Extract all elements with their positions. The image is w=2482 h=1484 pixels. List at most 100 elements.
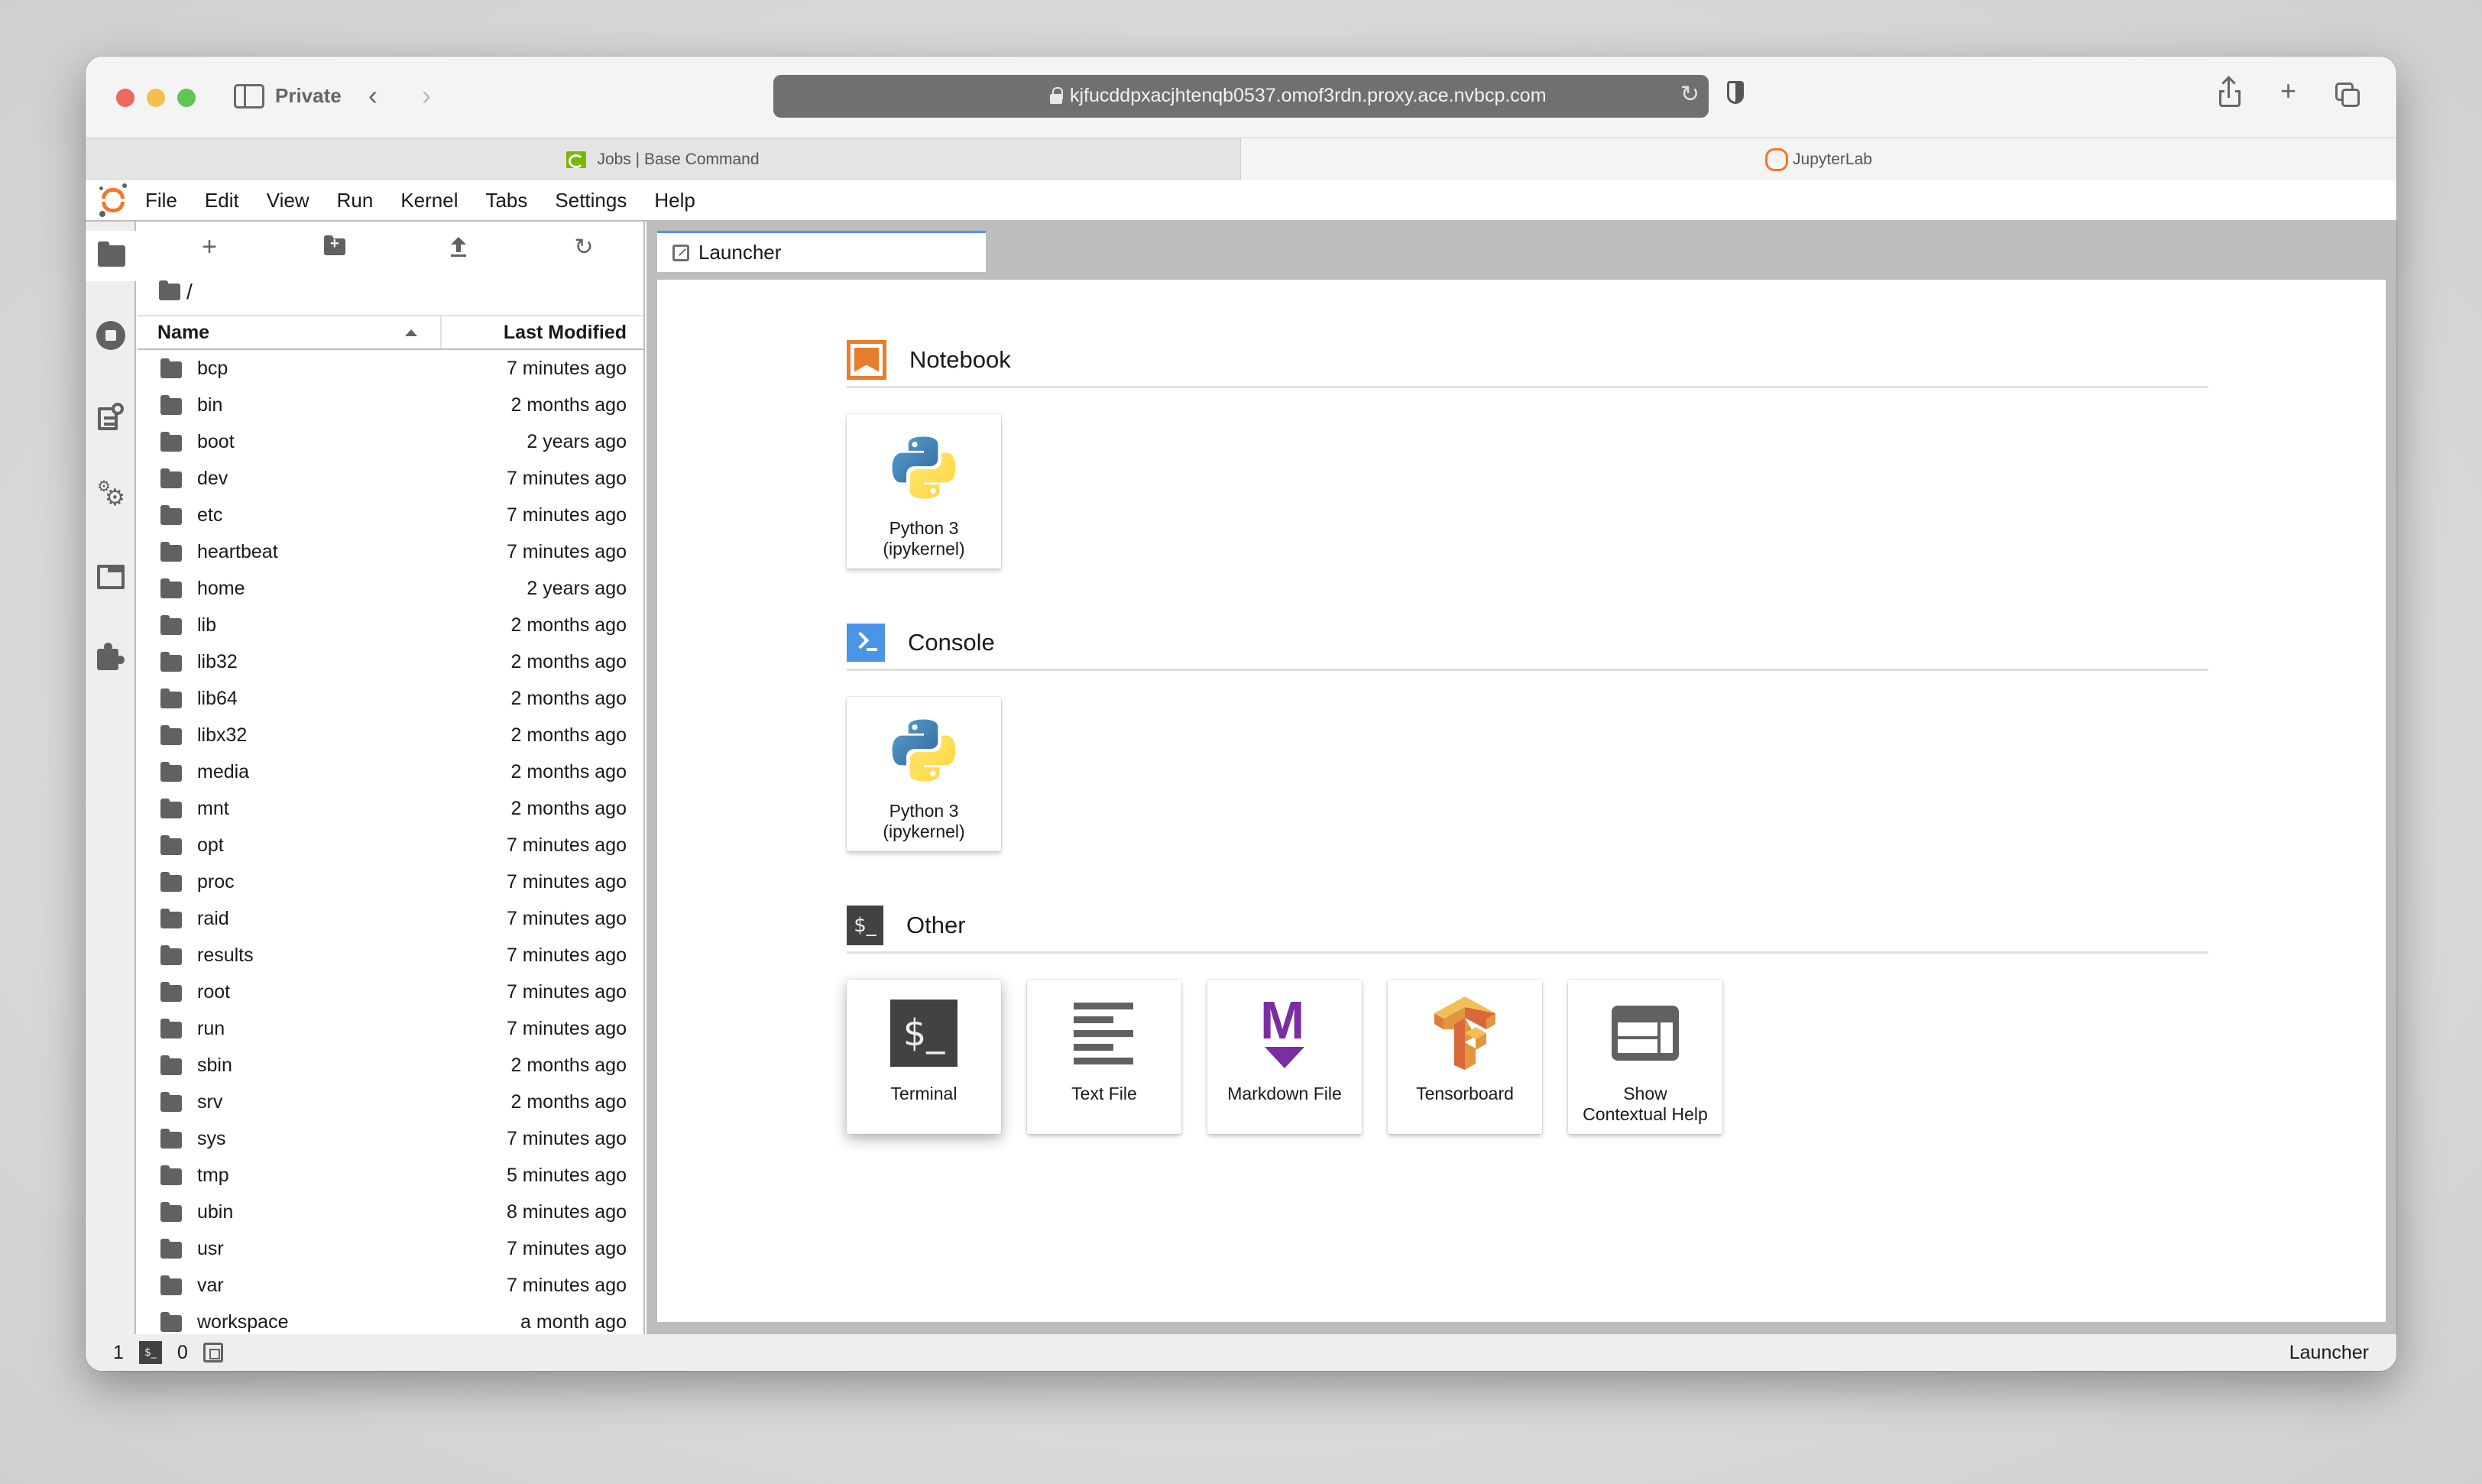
file-list-item[interactable]: boot 2 years ago [138, 423, 643, 460]
file-list-item[interactable]: libx32 2 months ago [138, 717, 643, 753]
breadcrumb-path[interactable]: / [186, 280, 193, 304]
kernel-chip-icon[interactable] [203, 1343, 223, 1362]
file-modified: 7 minutes ago [506, 907, 627, 929]
folder-icon [160, 1019, 182, 1038]
folder-icon [160, 1055, 182, 1075]
jupyter-icon [1765, 148, 1789, 171]
new-tab-button[interactable]: + [2280, 75, 2296, 107]
launcher-card-tensorboard[interactable]: Tensorboard [1388, 980, 1542, 1134]
menu-edit[interactable]: Edit [205, 189, 239, 212]
terminal-icon: $_ [890, 1000, 957, 1067]
sidebar-toggle-icon[interactable] [234, 84, 264, 109]
card-sublabel: (ipykernel) [883, 539, 965, 559]
file-list-item[interactable]: tmp 5 minutes ago [138, 1157, 643, 1194]
file-list-item[interactable]: workspace a month ago [138, 1304, 643, 1334]
terminals-count[interactable]: 1 [113, 1342, 124, 1364]
file-list-item[interactable]: heartbeat 7 minutes ago [138, 533, 643, 570]
maximize-window-button[interactable] [177, 89, 196, 107]
file-modified: 7 minutes ago [506, 1237, 627, 1259]
file-list-item[interactable]: sbin 2 months ago [138, 1047, 643, 1084]
sidebar-item-extensions[interactable] [86, 631, 136, 682]
file-name: root [197, 980, 231, 1003]
tab-overview-button[interactable] [2335, 83, 2361, 109]
python-icon [887, 431, 961, 504]
new-launcher-button[interactable]: + [194, 232, 225, 261]
menu-settings[interactable]: Settings [555, 189, 627, 212]
launcher-card-text-file[interactable]: Text File [1027, 980, 1181, 1134]
file-modified: 5 minutes ago [506, 1164, 627, 1186]
kernels-count[interactable]: 0 [177, 1342, 188, 1364]
folder-icon [98, 241, 125, 267]
file-list-item[interactable]: opt 7 minutes ago [138, 827, 643, 864]
file-list-item[interactable]: var 7 minutes ago [138, 1267, 643, 1304]
column-header-name[interactable]: Name [138, 316, 442, 348]
launcher-card-console-python3[interactable]: Python 3 (ipykernel) [847, 697, 1001, 851]
main-dock-area: Launcher Notebook Python 3 (ipykernel) C… [646, 222, 2396, 1334]
refresh-button[interactable]: ↻ [569, 234, 599, 260]
folder-icon [160, 468, 182, 488]
minimize-window-button[interactable] [147, 89, 165, 107]
file-modified: 2 months ago [510, 394, 627, 416]
browser-tab-jobs[interactable]: Jobs | Base Command [86, 138, 1241, 181]
folder-icon [160, 1165, 182, 1185]
menu-tabs[interactable]: Tabs [485, 189, 527, 212]
launcher-card-markdown-file[interactable]: M Markdown File [1207, 980, 1362, 1134]
menu-view[interactable]: View [267, 189, 309, 212]
forward-button[interactable]: › [422, 79, 431, 112]
card-label: Text File [1071, 1084, 1137, 1103]
file-list-item[interactable]: etc 7 minutes ago [138, 497, 643, 533]
file-list-item[interactable]: results 7 minutes ago [138, 937, 643, 974]
file-list-item[interactable]: bcp 7 minutes ago [138, 350, 643, 387]
file-list-item[interactable]: lib64 2 months ago [138, 680, 643, 717]
file-list-item[interactable]: usr 7 minutes ago [138, 1230, 643, 1267]
file-list-item[interactable]: proc 7 minutes ago [138, 864, 643, 900]
file-list-item[interactable]: media 2 months ago [138, 753, 643, 790]
file-list-item[interactable]: srv 2 months ago [138, 1084, 643, 1120]
browser-tab-label: Jobs | Base Command [597, 151, 760, 168]
reload-icon[interactable]: ↻ [1680, 81, 1699, 108]
sidebar-item-running[interactable] [86, 310, 136, 361]
close-window-button[interactable] [116, 89, 134, 107]
file-browser-panel: + ↻ / Name Last Modified [138, 222, 645, 1334]
file-list-item[interactable]: lib32 2 months ago [138, 643, 643, 680]
file-list-item[interactable]: raid 7 minutes ago [138, 900, 643, 937]
file-list-item[interactable]: bin 2 months ago [138, 387, 643, 423]
launcher-card-contextual-help[interactable]: Show Contextual Help [1568, 980, 1722, 1134]
menu-kernel[interactable]: Kernel [400, 189, 458, 212]
back-button[interactable]: ‹ [368, 79, 377, 112]
new-folder-button[interactable] [319, 234, 350, 260]
file-name: lib64 [197, 687, 238, 709]
file-list-item[interactable]: root 7 minutes ago [138, 974, 643, 1010]
file-modified: 7 minutes ago [506, 980, 627, 1003]
privacy-shield-icon[interactable] [1727, 81, 1744, 104]
terminal-status-icon[interactable]: $_ [138, 1341, 162, 1364]
browser-tab-jupyterlab[interactable]: JupyterLab [1241, 138, 2396, 181]
address-bar[interactable]: kjfucddpxacjhtenqb0537.omof3rdn.proxy.ac… [773, 75, 1709, 118]
launcher-tab-icon [672, 244, 689, 261]
launcher-section-other: $_ Other $_ Terminal Text File M Markdow… [847, 899, 2208, 1134]
menu-run[interactable]: Run [337, 189, 374, 212]
launcher-card-notebook-python3[interactable]: Python 3 (ipykernel) [847, 414, 1001, 569]
file-list-item[interactable]: sys 7 minutes ago [138, 1120, 643, 1157]
sidebar-item-property-inspector[interactable]: ⚙ ⚙ [86, 471, 136, 521]
file-list-item[interactable]: dev 7 minutes ago [138, 460, 643, 497]
file-list-item[interactable]: lib 2 months ago [138, 607, 643, 643]
column-header-last-modified[interactable]: Last Modified [442, 316, 643, 348]
menu-file[interactable]: File [145, 189, 177, 212]
tab-launcher[interactable]: Launcher [657, 231, 986, 272]
sidebar-item-tabs[interactable] [86, 552, 136, 602]
file-list-item[interactable]: home 2 years ago [138, 570, 643, 607]
file-list-item[interactable]: mnt 2 months ago [138, 790, 643, 827]
share-button[interactable] [2219, 78, 2241, 107]
home-folder-icon[interactable] [159, 280, 180, 300]
file-list-item[interactable]: ubin 8 minutes ago [138, 1194, 643, 1230]
sidebar-item-table-of-contents[interactable] [86, 391, 136, 442]
upload-button[interactable] [443, 234, 474, 260]
contextual-help-icon [1612, 1006, 1679, 1061]
launcher-card-terminal[interactable]: $_ Terminal [847, 980, 1001, 1134]
menu-help[interactable]: Help [654, 189, 695, 212]
file-list-item[interactable]: run 7 minutes ago [138, 1010, 643, 1047]
main-tab-bar: Launcher [646, 222, 2396, 272]
file-modified: 2 months ago [510, 650, 627, 672]
sidebar-item-file-browser[interactable] [86, 231, 138, 281]
